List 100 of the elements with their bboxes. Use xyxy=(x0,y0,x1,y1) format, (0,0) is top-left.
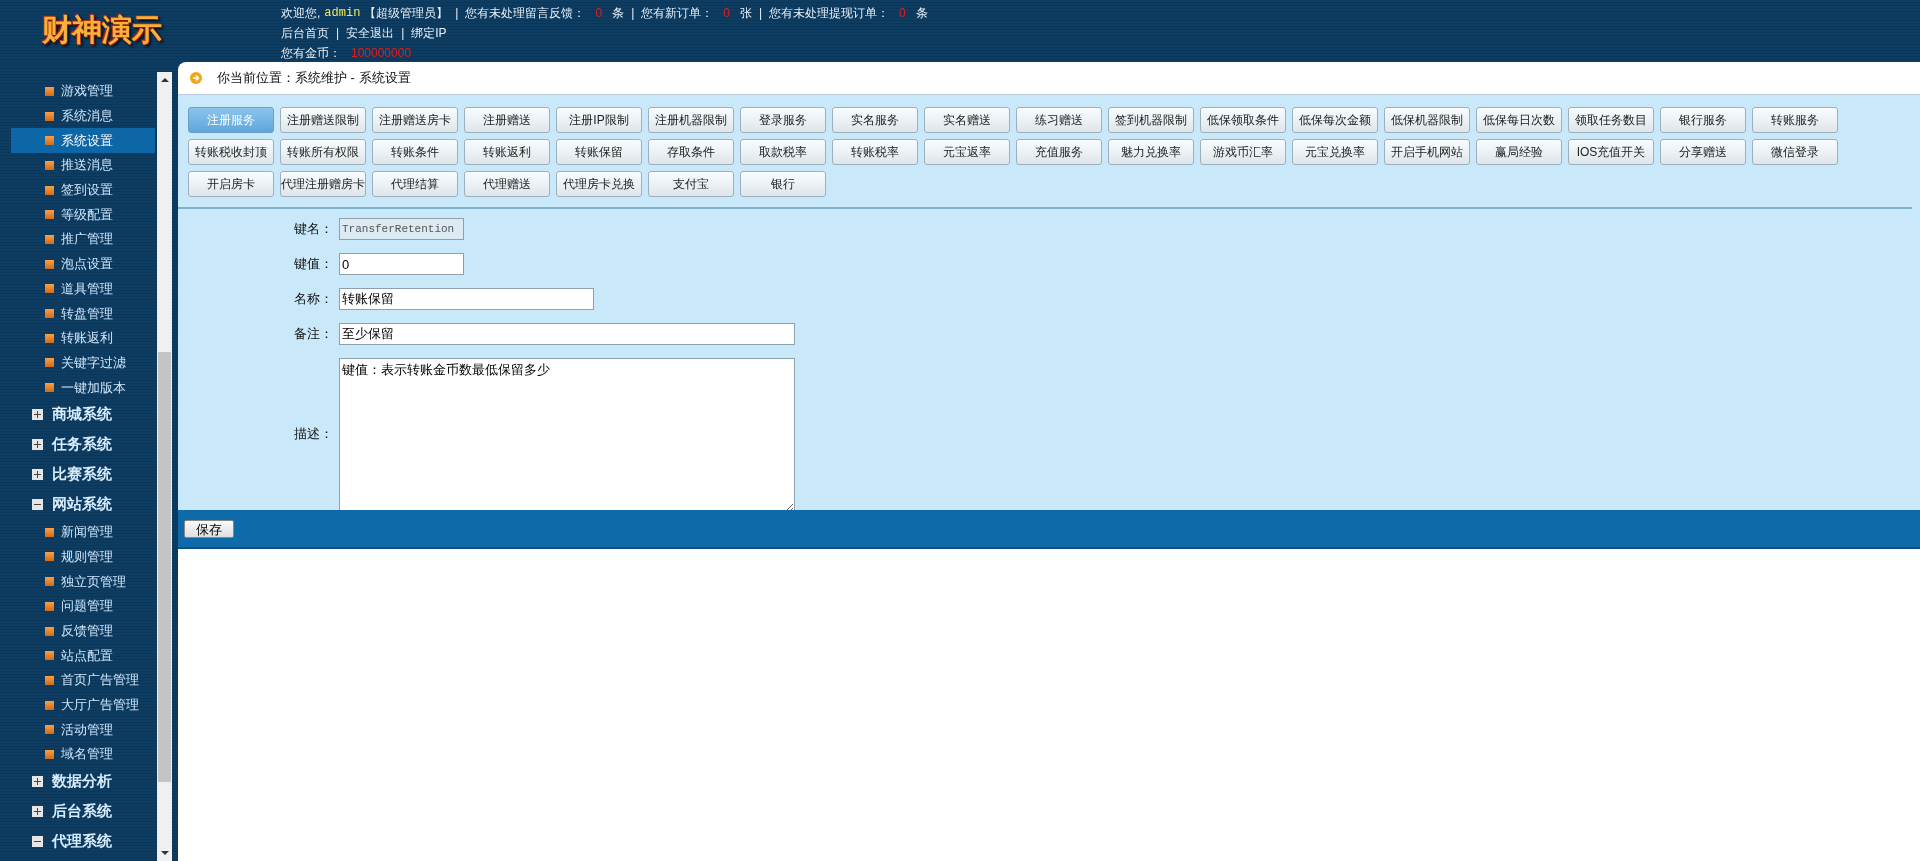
sidebar-item[interactable]: 推广管理 xyxy=(0,227,155,252)
separator-text: | xyxy=(455,5,459,22)
settings-tab[interactable]: 元宝兑换率 xyxy=(1292,139,1378,165)
settings-tab[interactable]: 开启房卡 xyxy=(188,171,274,197)
settings-tab[interactable]: 分享赠送 xyxy=(1660,139,1746,165)
sidebar-item[interactable]: 推送消息 xyxy=(0,153,155,178)
save-button[interactable]: 保存 xyxy=(184,519,234,538)
greeting-text: 欢迎您, xyxy=(281,5,321,22)
notice-count: 0 xyxy=(595,5,603,22)
settings-tab[interactable]: 转账所有权限 xyxy=(280,139,366,165)
settings-tab[interactable]: 赢局经验 xyxy=(1476,139,1562,165)
breadcrumb: 你当前位置：系统维护 - 系统设置 xyxy=(217,69,411,87)
input-field[interactable]: 转账保留 xyxy=(339,288,594,310)
sidebar-item[interactable]: 站点配置 xyxy=(0,643,155,669)
sidebar-item[interactable]: 道具管理 xyxy=(0,276,155,302)
sidebar-item[interactable]: 系统设置 xyxy=(11,128,155,154)
sidebar-item[interactable]: 一键加版本 xyxy=(0,375,155,400)
settings-tab[interactable]: 代理注册赠房卡 xyxy=(280,171,366,197)
settings-tab[interactable]: 转账保留 xyxy=(556,139,642,165)
settings-tab[interactable]: 代理房卡兑换 xyxy=(556,171,642,197)
sidebar-group[interactable]: 后台系统 xyxy=(0,796,155,827)
settings-tab[interactable]: 微信登录 xyxy=(1752,139,1838,165)
input-field[interactable]: 0 xyxy=(339,253,464,275)
notice-label: 您有新订单： xyxy=(641,5,714,22)
settings-tab[interactable]: 注册赠送 xyxy=(464,107,550,133)
sidebar-item[interactable]: 大厅广告管理 xyxy=(0,692,155,718)
header-link[interactable]: 安全退出 xyxy=(346,23,395,43)
notice-label: 您有未处理留言反馈： xyxy=(465,5,586,22)
sidebar-group[interactable]: 网站系统 xyxy=(0,489,155,520)
settings-tab[interactable]: 注册赠送限制 xyxy=(280,107,366,133)
sidebar-group[interactable]: 比赛系统 xyxy=(0,459,155,490)
sidebar-item[interactable]: 签到设置 xyxy=(0,177,155,203)
settings-tab[interactable]: 低保每次金额 xyxy=(1292,107,1378,133)
sidebar-item[interactable]: 活动管理 xyxy=(0,717,155,743)
coins-value: 100000000 xyxy=(351,45,412,62)
field-label: 键值： xyxy=(293,255,333,273)
sidebar-item[interactable]: 新闻管理 xyxy=(0,519,155,545)
settings-tab[interactable]: 低保机器限制 xyxy=(1384,107,1470,133)
settings-tab[interactable]: 游戏币汇率 xyxy=(1200,139,1286,165)
coins-label: 您有金币： xyxy=(281,45,341,62)
notice-label: 您有未处理提现订单： xyxy=(769,5,890,22)
settings-tab[interactable]: 转账税率 xyxy=(832,139,918,165)
separator-text: | xyxy=(401,25,405,42)
sidebar-item[interactable]: 问题管理 xyxy=(0,594,155,619)
settings-tab[interactable]: 充值服务 xyxy=(1016,139,1102,165)
sidebar-item[interactable]: 等级配置 xyxy=(0,202,155,228)
separator-text: | xyxy=(336,25,340,42)
settings-tab[interactable]: 元宝返率 xyxy=(924,139,1010,165)
input-field[interactable]: 至少保留 xyxy=(339,323,795,345)
sidebar-item[interactable]: 泡点设置 xyxy=(0,251,155,277)
sidebar-item[interactable]: 独立页管理 xyxy=(0,569,155,594)
notice-unit: 条 xyxy=(915,5,928,22)
settings-tab[interactable]: 转账税收封顶 xyxy=(188,139,274,165)
header-link[interactable]: 绑定IP xyxy=(411,23,447,43)
sidebar-item[interactable]: 游戏管理 xyxy=(0,79,155,104)
settings-tab[interactable]: 低保领取条件 xyxy=(1200,107,1286,133)
sidebar-group[interactable]: 数据分析 xyxy=(0,766,155,797)
settings-tab[interactable]: 领取任务数目 xyxy=(1568,107,1654,133)
settings-tab[interactable]: IOS充值开关 xyxy=(1568,139,1654,165)
sidebar-item[interactable]: 首页广告管理 xyxy=(0,668,155,693)
field-label: 描述： xyxy=(293,425,333,443)
settings-tab[interactable]: 开启手机网站 xyxy=(1384,139,1470,165)
username: admin xyxy=(324,5,361,22)
settings-tab[interactable]: 注册机器限制 xyxy=(648,107,734,133)
settings-tab[interactable]: 魅力兑换率 xyxy=(1108,139,1194,165)
header-link[interactable]: 后台首页 xyxy=(281,23,329,43)
settings-tab[interactable]: 练习赠送 xyxy=(1016,107,1102,133)
settings-tab[interactable]: 存取条件 xyxy=(648,139,734,165)
settings-tab[interactable]: 银行 xyxy=(740,171,826,197)
field-label: 备注： xyxy=(293,325,333,343)
settings-tab[interactable]: 登录服务 xyxy=(740,107,826,133)
settings-tab[interactable]: 取款税率 xyxy=(740,139,826,165)
settings-tab[interactable]: 实名赠送 xyxy=(924,107,1010,133)
settings-tab[interactable]: 低保每日次数 xyxy=(1476,107,1562,133)
settings-tab[interactable]: 实名服务 xyxy=(832,107,918,133)
sidebar-item[interactable]: 系统消息 xyxy=(0,103,155,129)
description-field[interactable]: 键值：表示转账金币数最低保留多少 xyxy=(339,358,795,513)
sidebar-item[interactable]: 域名管理 xyxy=(0,742,155,767)
settings-tab[interactable]: 签到机器限制 xyxy=(1108,107,1194,133)
settings-tab[interactable]: 注册IP限制 xyxy=(556,107,642,133)
sidebar-item[interactable]: 转账返利 xyxy=(0,325,155,351)
field-label: 名称： xyxy=(293,290,333,308)
sidebar-group[interactable]: 商城系统 xyxy=(0,399,155,430)
settings-tab[interactable]: 转账条件 xyxy=(372,139,458,165)
scrollbar[interactable] xyxy=(157,72,172,861)
separator-text: | xyxy=(631,5,635,22)
sidebar-item[interactable]: 转盘管理 xyxy=(0,301,155,326)
sidebar-item[interactable]: 关键字过滤 xyxy=(0,350,155,376)
sidebar-group[interactable]: 代理系统 xyxy=(0,826,155,857)
settings-tab[interactable]: 转账返利 xyxy=(464,139,550,165)
settings-tab[interactable]: 银行服务 xyxy=(1660,107,1746,133)
settings-tab[interactable]: 代理赠送 xyxy=(464,171,550,197)
settings-tab[interactable]: 转账服务 xyxy=(1752,107,1838,133)
sidebar-item[interactable]: 规则管理 xyxy=(0,544,155,570)
sidebar-group[interactable]: 任务系统 xyxy=(0,429,155,460)
settings-tab[interactable]: 注册赠送房卡 xyxy=(372,107,458,133)
settings-tab[interactable]: 支付宝 xyxy=(648,171,734,197)
notice-count: 0 xyxy=(899,5,906,22)
sidebar-item[interactable]: 反馈管理 xyxy=(0,618,155,644)
settings-tab[interactable]: 代理结算 xyxy=(372,171,458,197)
